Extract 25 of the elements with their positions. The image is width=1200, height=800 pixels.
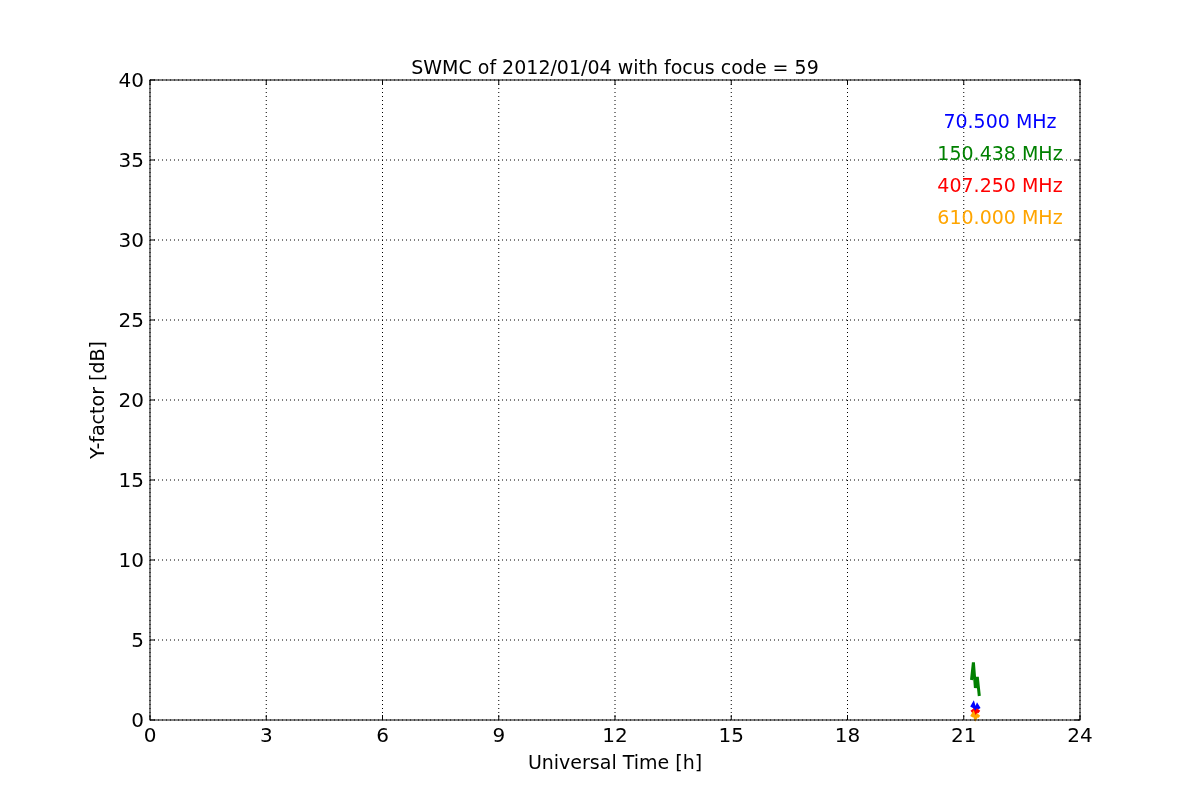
y-tick-label: 15 bbox=[118, 468, 144, 492]
y-tick-label: 25 bbox=[118, 308, 144, 332]
x-tick-label: 9 bbox=[492, 723, 506, 747]
x-tick-label: 24 bbox=[1067, 723, 1093, 747]
y-tick-label: 40 bbox=[118, 68, 144, 92]
legend-label: 150.438 MHz bbox=[937, 142, 1063, 164]
x-tick-label: 15 bbox=[718, 723, 744, 747]
x-tick-label: 12 bbox=[602, 723, 628, 747]
y-tick-label: 5 bbox=[131, 628, 144, 652]
x-tick-label: 18 bbox=[834, 723, 861, 747]
y-tick-label: 20 bbox=[118, 388, 144, 412]
legend-label: 407.250 MHz bbox=[937, 174, 1063, 196]
y-tick-label: 10 bbox=[118, 548, 144, 572]
y-tick-label: 30 bbox=[118, 228, 144, 252]
x-axis-label: Universal Time [h] bbox=[527, 751, 703, 773]
y-tick-label: 35 bbox=[118, 148, 144, 172]
legend-label: 70.500 MHz bbox=[943, 110, 1057, 132]
x-tick-label: 6 bbox=[376, 723, 389, 747]
x-tick-label: 3 bbox=[259, 723, 273, 747]
x-tick-label: 0 bbox=[143, 723, 157, 747]
x-tick-label: 21 bbox=[951, 723, 977, 747]
legend-label: 610.000 MHz bbox=[937, 206, 1063, 228]
chart-title: SWMC of 2012/01/04 with focus code = 59 bbox=[411, 56, 819, 78]
y-axis-label: Y-factor [dB] bbox=[86, 341, 108, 459]
y-tick-label: 0 bbox=[131, 708, 144, 732]
